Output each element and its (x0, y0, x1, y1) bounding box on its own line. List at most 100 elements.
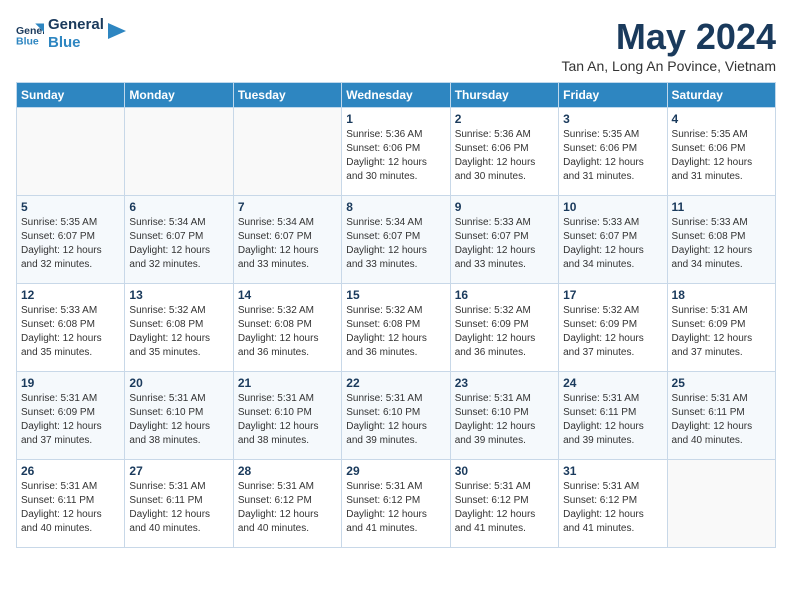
day-info: Sunrise: 5:32 AMSunset: 6:09 PMDaylight:… (563, 304, 662, 360)
day-number: 12 (21, 288, 120, 302)
day-info: Sunrise: 5:32 AMSunset: 6:08 PMDaylight:… (346, 304, 445, 360)
day-info: Sunrise: 5:35 AMSunset: 6:06 PMDaylight:… (563, 128, 662, 184)
calendar-cell: 25 Sunrise: 5:31 AMSunset: 6:11 PMDayligh… (667, 372, 775, 460)
week-row-3: 12Sunrise: 5:33 AMSunset: 6:08 PMDayligh… (17, 284, 776, 372)
day-number: 15 (346, 288, 445, 302)
day-number: 23 (455, 376, 554, 390)
day-info: Sunrise: 5:31 AMSunset: 6:12 PMDaylight:… (238, 480, 337, 536)
day-info: Sunrise: 5:34 AMSunset: 6:07 PMDaylight:… (129, 216, 228, 272)
day-info: Sunrise: 5:31 AMSunset: 6:11 PMDaylight:… (672, 392, 771, 448)
calendar-cell: 23 Sunrise: 5:31 AMSunset: 6:10 PMDayligh… (450, 372, 558, 460)
day-info: Sunrise: 5:32 AMSunset: 6:08 PMDaylight:… (129, 304, 228, 360)
calendar-cell (233, 108, 341, 196)
day-number: 7 (238, 200, 337, 214)
calendar-cell: 6 Sunrise: 5:34 AMSunset: 6:07 PMDaylight… (125, 196, 233, 284)
header-tuesday: Tuesday (233, 83, 341, 108)
day-info: Sunrise: 5:32 AMSunset: 6:09 PMDaylight:… (455, 304, 554, 360)
calendar-cell: 15 Sunrise: 5:32 AMSunset: 6:08 PMDayligh… (342, 284, 450, 372)
day-number: 27 (129, 464, 228, 478)
header-sunday: Sunday (17, 83, 125, 108)
day-number: 29 (346, 464, 445, 478)
day-number: 4 (672, 112, 771, 126)
day-info: Sunrise: 5:31 AMSunset: 6:09 PMDaylight:… (21, 392, 120, 448)
day-info: Sunrise: 5:31 AMSunset: 6:10 PMDaylight:… (238, 392, 337, 448)
logo: General Blue General Blue (16, 16, 126, 52)
calendar-cell: 20Sunrise: 5:31 AMSunset: 6:10 PMDayligh… (125, 372, 233, 460)
calendar-cell: 18 Sunrise: 5:31 AMSunset: 6:09 PMDayligh… (667, 284, 775, 372)
day-info: Sunrise: 5:31 AMSunset: 6:10 PMDaylight:… (455, 392, 554, 448)
week-row-4: 19 Sunrise: 5:31 AMSunset: 6:09 PMDayligh… (17, 372, 776, 460)
day-info: Sunrise: 5:33 AMSunset: 6:07 PMDaylight:… (563, 216, 662, 272)
calendar-cell: 19 Sunrise: 5:31 AMSunset: 6:09 PMDayligh… (17, 372, 125, 460)
day-info: Sunrise: 5:34 AMSunset: 6:07 PMDaylight:… (238, 216, 337, 272)
calendar-cell: 2 Sunrise: 5:36 AMSunset: 6:06 PMDaylight… (450, 108, 558, 196)
day-info: Sunrise: 5:31 AMSunset: 6:10 PMDaylight:… (346, 392, 445, 448)
day-info: Sunrise: 5:31 AMSunset: 6:09 PMDaylight:… (672, 304, 771, 360)
day-number: 10 (563, 200, 662, 214)
svg-text:Blue: Blue (16, 36, 39, 48)
day-info: Sunrise: 5:34 AMSunset: 6:07 PMDaylight:… (346, 216, 445, 272)
day-info: Sunrise: 5:31 AMSunset: 6:12 PMDaylight:… (346, 480, 445, 536)
calendar-cell: 11Sunrise: 5:33 AMSunset: 6:08 PMDayligh… (667, 196, 775, 284)
day-number: 18 (672, 288, 771, 302)
calendar-cell: 5 Sunrise: 5:35 AMSunset: 6:07 PMDaylight… (17, 196, 125, 284)
day-info: Sunrise: 5:35 AMSunset: 6:06 PMDaylight:… (672, 128, 771, 184)
calendar-cell: 22 Sunrise: 5:31 AMSunset: 6:10 PMDayligh… (342, 372, 450, 460)
day-number: 26 (21, 464, 120, 478)
day-info: Sunrise: 5:36 AMSunset: 6:06 PMDaylight:… (455, 128, 554, 184)
calendar-cell: 24Sunrise: 5:31 AMSunset: 6:11 PMDayligh… (559, 372, 667, 460)
day-number: 3 (563, 112, 662, 126)
day-number: 17 (563, 288, 662, 302)
week-row-1: 1 Sunrise: 5:36 AMSunset: 6:06 PMDaylight… (17, 108, 776, 196)
header-wednesday: Wednesday (342, 83, 450, 108)
calendar-cell: 16 Sunrise: 5:32 AMSunset: 6:09 PMDayligh… (450, 284, 558, 372)
week-row-5: 26Sunrise: 5:31 AMSunset: 6:11 PMDayligh… (17, 460, 776, 548)
day-info: Sunrise: 5:31 AMSunset: 6:12 PMDaylight:… (455, 480, 554, 536)
day-number: 9 (455, 200, 554, 214)
day-number: 14 (238, 288, 337, 302)
calendar-cell: 8 Sunrise: 5:34 AMSunset: 6:07 PMDaylight… (342, 196, 450, 284)
calendar-cell: 26Sunrise: 5:31 AMSunset: 6:11 PMDayligh… (17, 460, 125, 548)
day-number: 28 (238, 464, 337, 478)
logo-general: General (48, 16, 104, 34)
day-number: 25 (672, 376, 771, 390)
day-number: 22 (346, 376, 445, 390)
logo-icon: General Blue (16, 20, 44, 48)
calendar-cell: 12Sunrise: 5:33 AMSunset: 6:08 PMDayligh… (17, 284, 125, 372)
calendar-cell: 27Sunrise: 5:31 AMSunset: 6:11 PMDayligh… (125, 460, 233, 548)
day-number: 16 (455, 288, 554, 302)
day-info: Sunrise: 5:35 AMSunset: 6:07 PMDaylight:… (21, 216, 120, 272)
calendar-cell: 10 Sunrise: 5:33 AMSunset: 6:07 PMDayligh… (559, 196, 667, 284)
day-number: 13 (129, 288, 228, 302)
location-subtitle: Tan An, Long An Povince, Vietnam (561, 58, 776, 74)
day-number: 6 (129, 200, 228, 214)
title-block: May 2024 Tan An, Long An Povince, Vietna… (561, 16, 776, 74)
day-number: 19 (21, 376, 120, 390)
day-number: 2 (455, 112, 554, 126)
calendar-cell: 3 Sunrise: 5:35 AMSunset: 6:06 PMDaylight… (559, 108, 667, 196)
calendar-cell: 7 Sunrise: 5:34 AMSunset: 6:07 PMDaylight… (233, 196, 341, 284)
day-number: 31 (563, 464, 662, 478)
month-title: May 2024 (561, 16, 776, 58)
day-info: Sunrise: 5:32 AMSunset: 6:08 PMDaylight:… (238, 304, 337, 360)
day-number: 1 (346, 112, 445, 126)
day-number: 11 (672, 200, 771, 214)
calendar-cell: 9 Sunrise: 5:33 AMSunset: 6:07 PMDaylight… (450, 196, 558, 284)
day-number: 20 (129, 376, 228, 390)
calendar-cell (667, 460, 775, 548)
calendar-cell: 28 Sunrise: 5:31 AMSunset: 6:12 PMDayligh… (233, 460, 341, 548)
day-number: 8 (346, 200, 445, 214)
calendar-cell: 4 Sunrise: 5:35 AMSunset: 6:06 PMDaylight… (667, 108, 775, 196)
calendar-cell: 29 Sunrise: 5:31 AMSunset: 6:12 PMDayligh… (342, 460, 450, 548)
day-number: 30 (455, 464, 554, 478)
day-info: Sunrise: 5:33 AMSunset: 6:07 PMDaylight:… (455, 216, 554, 272)
calendar-cell: 13 Sunrise: 5:32 AMSunset: 6:08 PMDayligh… (125, 284, 233, 372)
page-header: General Blue General Blue May 2024 Tan A… (16, 16, 776, 74)
logo-blue: Blue (48, 34, 104, 52)
calendar-table: SundayMondayTuesdayWednesdayThursdayFrid… (16, 82, 776, 548)
calendar-cell: 17 Sunrise: 5:32 AMSunset: 6:09 PMDayligh… (559, 284, 667, 372)
header-thursday: Thursday (450, 83, 558, 108)
header-saturday: Saturday (667, 83, 775, 108)
header-row: SundayMondayTuesdayWednesdayThursdayFrid… (17, 83, 776, 108)
day-number: 5 (21, 200, 120, 214)
